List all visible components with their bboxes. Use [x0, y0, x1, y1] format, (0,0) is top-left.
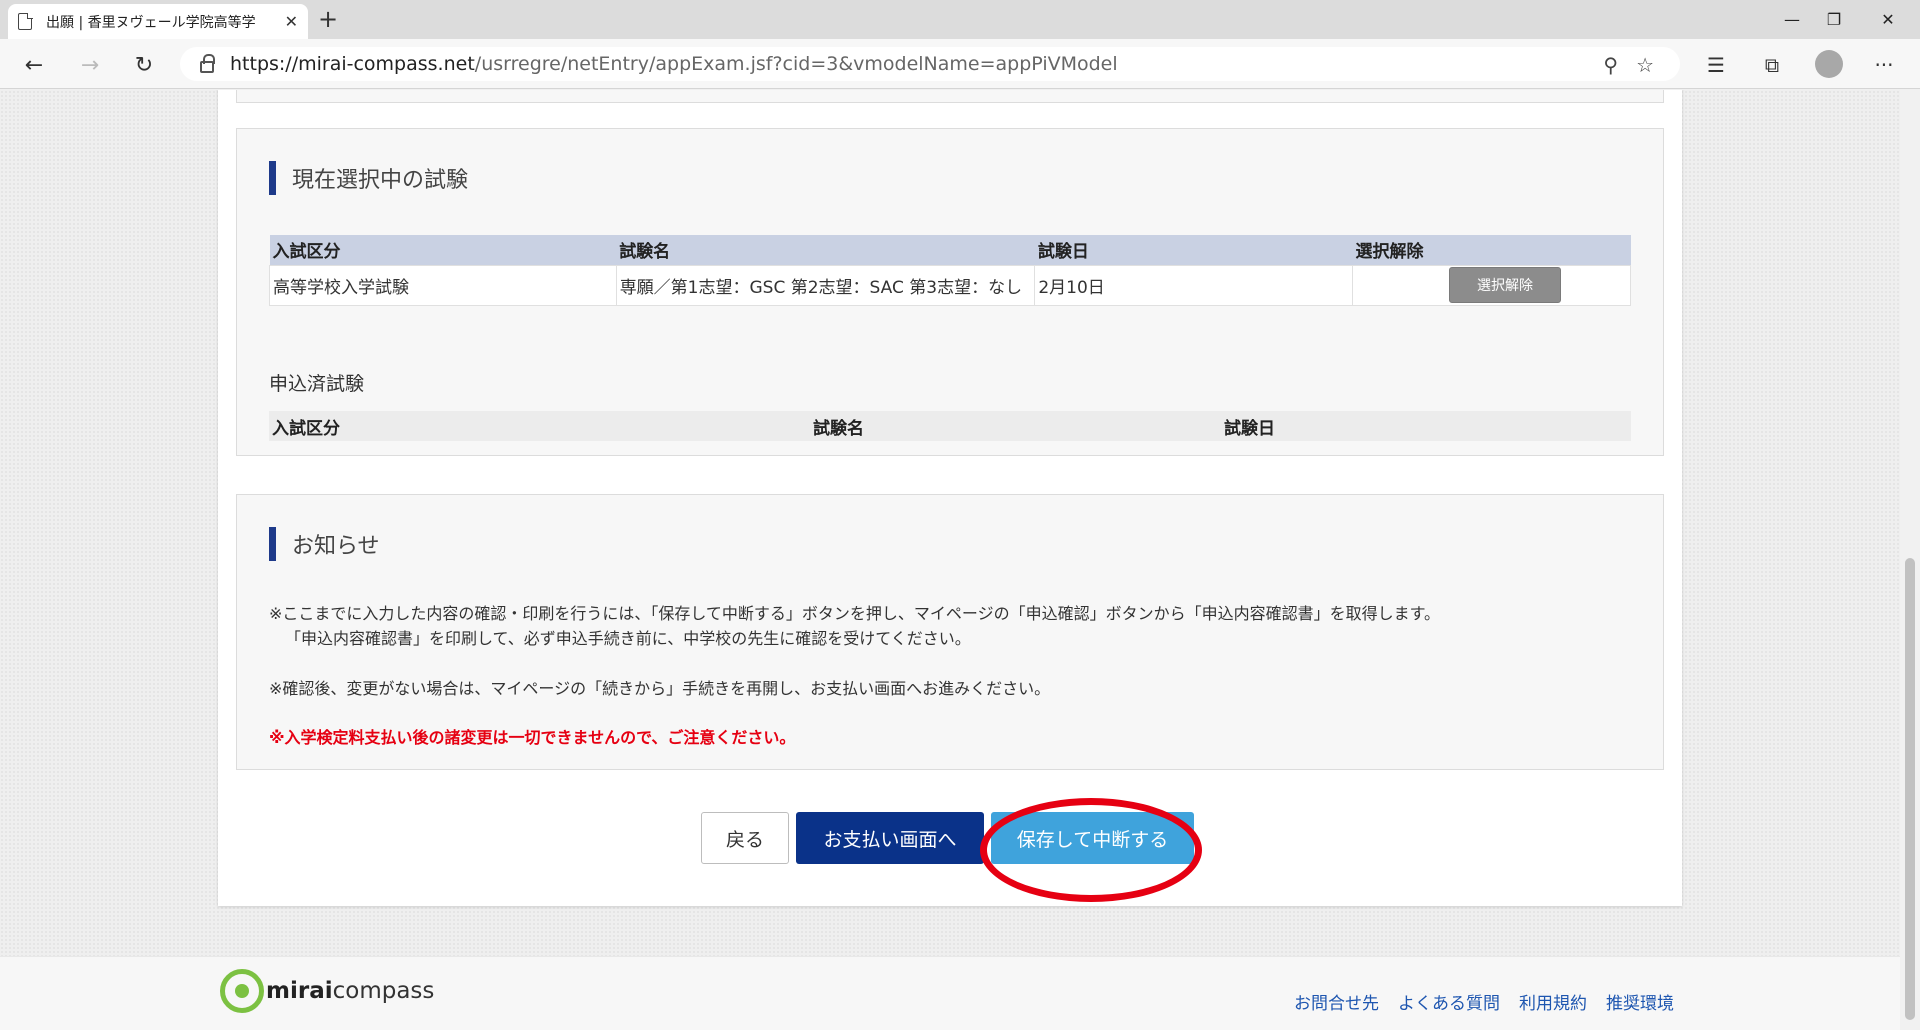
browser-tab[interactable]: 出願 | 香里ヌヴェール学院高等学 ✕ — [8, 4, 308, 39]
notice-line: ※ここまでに入力した内容の確認・印刷を行うには、「保存して中断する」ボタンを押し… — [269, 604, 1441, 623]
url-field[interactable]: https://mirai-compass.net/usrregre/netEn… — [180, 47, 1680, 81]
notice-line: ※確認後、変更がない場合は、マイページの「続きから」手続きを再開し、お支払い画面… — [269, 679, 1051, 698]
applied-exam-table: 入試区分 試験名 試験日 — [269, 411, 1631, 441]
heading-accent-bar — [269, 161, 276, 195]
page-icon — [18, 12, 33, 30]
table-header-row: 入試区分 試験名 試験日 選択解除 — [269, 235, 1631, 265]
column-header: 試験日 — [1221, 411, 1631, 441]
column-header: 入試区分 — [269, 235, 617, 265]
applied-exam-title: 申込済試験 — [269, 373, 365, 395]
notice-heading: お知らせ — [269, 527, 380, 561]
column-header: 入試区分 — [269, 411, 810, 441]
back-button[interactable]: 戻る — [701, 812, 789, 864]
selected-exam-heading: 現在選択中の試験 — [269, 161, 468, 195]
logo-mark-icon — [220, 969, 264, 1013]
exam-name-cell: 専願／第1志望：GSC 第2志望：SAC 第3志望：なし — [615, 264, 1036, 306]
more-menu-icon[interactable]: ··· — [1868, 49, 1900, 81]
address-bar: ← → ↻ https://mirai-compass.net/usrregre… — [0, 39, 1920, 89]
favorites-list-icon[interactable]: ☰ — [1700, 49, 1732, 81]
table-header-row: 入試区分 試験名 試験日 — [269, 411, 1631, 441]
profile-avatar[interactable] — [1815, 50, 1843, 78]
column-header: 試験名 — [810, 411, 1221, 441]
url-actions: ⚲ ☆ — [1603, 53, 1654, 77]
heading-accent-bar — [269, 527, 276, 561]
scrollbar-thumb[interactable] — [1905, 558, 1915, 1020]
page-viewport: 現在選択中の試験 入試区分 試験名 試験日 選択解除 高等学校入学試験 専願／第… — [0, 90, 1900, 1030]
exam-date-cell: 2月10日 — [1034, 264, 1354, 306]
miraicompass-logo[interactable]: mirai compass — [220, 969, 434, 1013]
save-and-suspend-button[interactable]: 保存して中断する — [991, 812, 1194, 864]
exam-action-cell: 選択解除 — [1352, 264, 1631, 306]
notice-title: お知らせ — [292, 534, 380, 559]
close-window-button[interactable]: ✕ — [1856, 0, 1920, 39]
footer-link-faq[interactable]: よくある質問 — [1398, 989, 1500, 1014]
payment-warning: ※入学検定料支払い後の諸変更は一切できませんので、ご注意ください。 — [269, 728, 796, 747]
favorite-star-icon[interactable]: ☆ — [1636, 53, 1654, 77]
go-to-payment-button[interactable]: お支払い画面へ — [796, 812, 984, 864]
selected-exam-table: 入試区分 試験名 試験日 選択解除 高等学校入学試験 専願／第1志望：GSC 第… — [269, 235, 1631, 306]
lock-icon — [200, 54, 215, 73]
footer-link-contact[interactable]: お問合せ先 — [1294, 989, 1379, 1014]
notice-panel: お知らせ ※ここまでに入力した内容の確認・印刷を行うには、「保存して中断する」ボ… — [236, 494, 1664, 770]
column-header: 試験日 — [1034, 235, 1353, 265]
selected-exam-title: 現在選択中の試験 — [292, 168, 469, 193]
footer-link-environment[interactable]: 推奨環境 — [1606, 989, 1674, 1014]
collections-icon[interactable]: ⧉ — [1756, 49, 1788, 81]
search-key-icon[interactable]: ⚲ — [1603, 53, 1618, 77]
deselect-button[interactable]: 選択解除 — [1449, 267, 1562, 303]
tab-title: 出願 | 香里ヌヴェール学院高等学 — [46, 14, 256, 31]
notice-line: 「申込内容確認書」を印刷して、必ず申込手続き前に、中学校の先生に確認を受けてくだ… — [285, 629, 971, 648]
close-tab-icon[interactable]: ✕ — [285, 12, 298, 31]
column-header: 試験名 — [616, 235, 1035, 265]
back-arrow-icon[interactable]: ← — [18, 49, 50, 81]
tab-bar: 出願 | 香里ヌヴェール学院高等学 ✕ + — ❐ ✕ — [0, 0, 1920, 39]
selected-exam-panel: 現在選択中の試験 入試区分 試験名 試験日 選択解除 高等学校入学試験 専願／第… — [236, 128, 1664, 456]
exam-category-cell: 高等学校入学試験 — [269, 264, 617, 306]
column-header: 選択解除 — [1352, 235, 1631, 265]
table-row: 高等学校入学試験 専願／第1志望：GSC 第2志望：SAC 第3志望：なし 2月… — [269, 264, 1631, 306]
refresh-icon[interactable]: ↻ — [128, 49, 160, 81]
vertical-scrollbar[interactable] — [1900, 90, 1920, 1030]
forward-arrow-icon[interactable]: → — [74, 49, 106, 81]
logo-text-bold: mirai — [266, 978, 333, 1004]
new-tab-button[interactable]: + — [318, 5, 338, 33]
footer-link-terms[interactable]: 利用規約 — [1519, 989, 1587, 1014]
main-card: 現在選択中の試験 入試区分 試験名 試験日 選択解除 高等学校入学試験 専願／第… — [218, 90, 1682, 906]
logo-text: compass — [332, 978, 435, 1004]
previous-panel — [236, 90, 1664, 103]
footer-links: お問合せ先 よくある質問 利用規約 推奨環境 — [1294, 989, 1674, 1014]
url-host: https://mirai-compass.net — [230, 53, 475, 75]
site-footer: mirai compass お問合せ先 よくある質問 利用規約 推奨環境 — [0, 956, 1900, 1030]
url-path: /usrregre/netEntry/appExam.jsf?cid=3&vmo… — [474, 53, 1118, 75]
